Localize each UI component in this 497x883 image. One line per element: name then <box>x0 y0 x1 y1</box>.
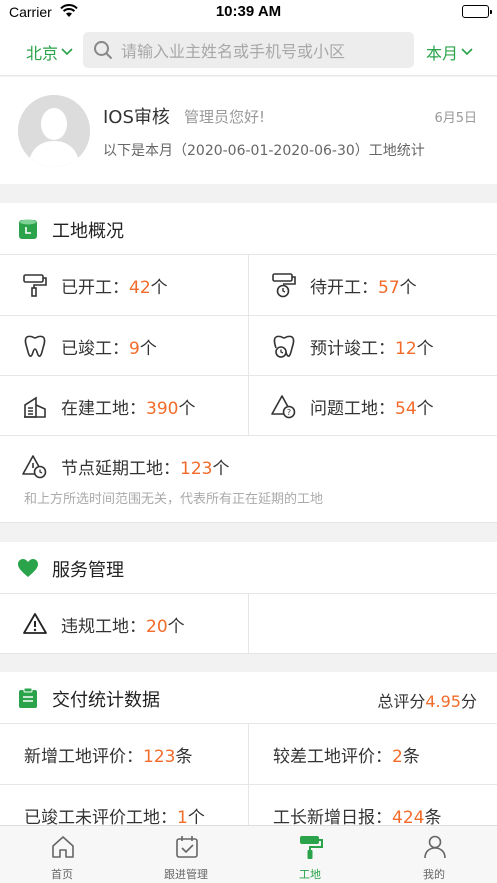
home-icon <box>52 836 74 858</box>
tab-site-label: 工地 <box>299 868 321 881</box>
tab-mine-label: 我的 <box>423 868 445 881</box>
tab-mine[interactable]: 我的 <box>372 826 496 883</box>
delayed-label: 节点延期工地： <box>61 459 180 479</box>
warning-icon <box>23 613 47 634</box>
tab-home[interactable]: 首页 <box>0 826 124 883</box>
heart-icon <box>18 559 38 577</box>
completed-sites[interactable]: 已竣工：9个 <box>0 316 249 376</box>
tooth-icon <box>24 335 46 357</box>
bad-reviews-label: 较差工地评价： <box>273 747 392 767</box>
roller-clock-icon <box>272 273 296 298</box>
expected-unit: 个 <box>416 339 434 359</box>
started-unit: 个 <box>150 278 168 298</box>
tab-bar: 首页 跟进管理 工地 我的 <box>0 825 497 883</box>
top-header: 北京 请输入业主姓名或手机号或小区 本月 <box>0 26 497 76</box>
building-value: 390 <box>146 399 179 419</box>
problem-value: 54 <box>395 399 417 419</box>
search-input[interactable]: 请输入业主姓名或手机号或小区 <box>121 38 345 62</box>
completed-value: 9 <box>129 339 140 359</box>
clock: 10:39 AM <box>215 3 282 20</box>
score-label: 总评分 <box>377 692 426 711</box>
delayed-unit: 个 <box>212 459 230 479</box>
delayed-sites[interactable]: 节点延期工地：123个 和上方所选时间范围无关，代表所有正在延期的工地 <box>0 436 497 523</box>
to-start-value: 57 <box>378 278 400 298</box>
today-date: 6月5日 <box>434 111 477 126</box>
to-start-label: 待开工： <box>310 278 378 298</box>
total-score: 总评分4.95分 <box>377 688 477 712</box>
delayed-note: 和上方所选时间范围无关，代表所有正在延期的工地 <box>24 492 324 507</box>
score-unit: 分 <box>460 692 477 711</box>
search-bar[interactable]: 请输入业主姓名或手机号或小区 <box>83 32 414 68</box>
bad-reviews-value: 2 <box>392 747 403 767</box>
completed-label: 已竣工： <box>61 339 129 359</box>
service-title: 服务管理 <box>52 560 124 581</box>
user-icon <box>424 835 446 859</box>
tab-home-label: 首页 <box>51 868 73 881</box>
expected-complete-sites[interactable]: 预计竣工：12个 <box>249 316 497 376</box>
service-header: 服务管理 <box>0 542 497 594</box>
clipboard-icon <box>19 687 37 708</box>
new-reviews-value: 123 <box>143 747 176 767</box>
profile-card: IOS审核 管理员您好! 6月5日 以下是本月（2020-06-01-2020-… <box>0 77 497 184</box>
started-sites[interactable]: 已开工：42个 <box>0 255 249 316</box>
tab-followup[interactable]: 跟进管理 <box>124 826 248 883</box>
building-unit: 个 <box>178 399 196 419</box>
new-reviews-label: 新增工地评价： <box>24 747 143 767</box>
to-start-unit: 个 <box>399 278 417 298</box>
chevron-down-icon <box>461 48 473 56</box>
svg-text:?: ? <box>287 408 291 417</box>
delivery-title: 交付统计数据 <box>52 690 160 711</box>
search-icon <box>94 41 113 60</box>
score-value: 4.95 <box>425 692 461 711</box>
violation-sites[interactable]: 违规工地：20个 <box>0 594 249 654</box>
calendar-check-icon <box>176 836 198 858</box>
violation-value: 20 <box>146 617 168 637</box>
city-label: 北京 <box>26 44 59 63</box>
chevron-down-icon <box>61 48 73 56</box>
status-bar: Carrier 10:39 AM <box>0 0 497 26</box>
delivery-header: 交付统计数据 总评分4.95分 <box>0 672 497 724</box>
battery-icon <box>462 5 492 18</box>
started-label: 已开工： <box>61 278 129 298</box>
problem-unit: 个 <box>416 399 434 419</box>
tab-site[interactable]: 工地 <box>248 826 372 883</box>
overview-header: 工地概况 <box>0 203 497 255</box>
greeting: 管理员您好! <box>184 108 266 126</box>
tab-followup-label: 跟进管理 <box>164 868 208 881</box>
expected-value: 12 <box>395 339 417 359</box>
new-reviews[interactable]: 新增工地评价：123条 <box>0 724 249 785</box>
stat-range-text: 以下是本月（2020-06-01-2020-06-30）工地统计 <box>103 143 425 159</box>
empty-cell <box>249 594 497 654</box>
problem-sites[interactable]: ? 问题工地：54个 <box>249 376 497 436</box>
period-selector[interactable]: 本月 <box>426 40 473 64</box>
building-label: 在建工地： <box>61 399 146 419</box>
tooth-clock-icon <box>273 335 295 358</box>
violation-unit: 个 <box>167 617 185 637</box>
paint-roller-icon <box>300 836 323 859</box>
violation-label: 违规工地： <box>61 617 146 637</box>
warning-question-icon: ? <box>271 395 296 419</box>
started-value: 42 <box>129 278 151 298</box>
bucket-icon <box>19 219 37 239</box>
period-label: 本月 <box>425 44 458 63</box>
overview-title: 工地概况 <box>52 221 124 242</box>
user-name: IOS审核 <box>103 107 170 128</box>
warning-clock-icon <box>22 455 47 479</box>
completed-unit: 个 <box>139 339 157 359</box>
problem-label: 问题工地： <box>310 399 395 419</box>
paint-roller-icon <box>23 274 47 297</box>
delayed-value: 123 <box>180 459 213 479</box>
avatar[interactable] <box>18 95 90 167</box>
building-sites[interactable]: 在建工地：390个 <box>0 376 249 436</box>
expected-label: 预计竣工： <box>310 339 395 359</box>
building-icon <box>24 396 46 418</box>
bad-reviews-unit: 条 <box>402 747 420 767</box>
new-reviews-unit: 条 <box>175 747 193 767</box>
to-start-sites[interactable]: 待开工：57个 <box>249 255 497 316</box>
city-selector[interactable]: 北京 <box>26 40 73 64</box>
bad-reviews[interactable]: 较差工地评价：2条 <box>249 724 497 785</box>
